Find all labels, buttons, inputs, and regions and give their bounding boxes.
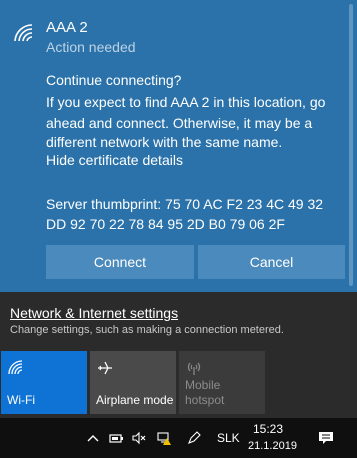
taskbar: SLK 15:23 21.1.2019	[0, 418, 357, 458]
hotspot-tile-label: Mobile hotspot	[185, 378, 224, 408]
network-name: AAA 2	[46, 19, 88, 36]
wifi-tile[interactable]: Wi-Fi	[1, 351, 87, 414]
hotspot-label-line: Mobile	[185, 378, 221, 392]
hotspot-icon	[187, 362, 201, 375]
network-flyout: AAA 2 Action needed Continue connecting?…	[0, 0, 357, 292]
connect-button[interactable]: Connect	[46, 245, 194, 279]
message-line: If you expect to find AAA 2 in this loca…	[46, 94, 326, 110]
airplane-mode-tile[interactable]: Airplane mode	[90, 351, 176, 414]
airplane-icon	[98, 361, 112, 375]
settings-section: Network & Internet settings Change setti…	[0, 292, 357, 346]
airplane-tile-label: Airplane mode	[96, 393, 174, 407]
cancel-button[interactable]: Cancel	[198, 245, 345, 279]
clock-date[interactable]: 21.1.2019	[248, 440, 297, 452]
language-indicator[interactable]: SLK	[217, 431, 240, 445]
volume-muted-icon[interactable]	[131, 430, 147, 446]
pen-icon[interactable]	[186, 430, 202, 446]
clock-time[interactable]: 15:23	[248, 422, 288, 436]
network-settings-link[interactable]: Network & Internet settings	[10, 305, 178, 321]
message-line: Continue connecting?	[46, 72, 182, 88]
scrollbar-thumb[interactable]	[349, 4, 353, 286]
mobile-hotspot-tile[interactable]: Mobile hotspot	[179, 351, 265, 414]
network-warning-icon[interactable]	[156, 430, 172, 446]
thumbprint-line: Server thumbprint: 75 70 AC F2 23 4C 49 …	[46, 196, 324, 212]
notifications-icon[interactable]	[318, 430, 334, 446]
message-line: different network with the same name.	[46, 134, 283, 150]
wifi-icon	[14, 24, 33, 42]
battery-icon[interactable]	[108, 430, 124, 446]
chevron-up-icon[interactable]	[85, 430, 101, 446]
wifi-tile-label: Wi-Fi	[7, 393, 35, 407]
network-status: Action needed	[46, 39, 136, 55]
hotspot-label-line: hotspot	[185, 393, 225, 407]
quick-actions: Wi-Fi Airplane mode Mobile hotspot	[0, 346, 357, 418]
scrollbar[interactable]	[345, 0, 357, 292]
message-line: ahead and connect. Otherwise, it may be …	[46, 115, 313, 131]
wifi-icon	[8, 360, 23, 375]
hide-certificate-link[interactable]: Hide certificate details	[46, 152, 183, 168]
settings-description: Change settings, such as making a connec…	[10, 324, 284, 336]
thumbprint-line: DD 92 70 22 78 84 95 2D B0 79 06 2F	[46, 216, 285, 232]
